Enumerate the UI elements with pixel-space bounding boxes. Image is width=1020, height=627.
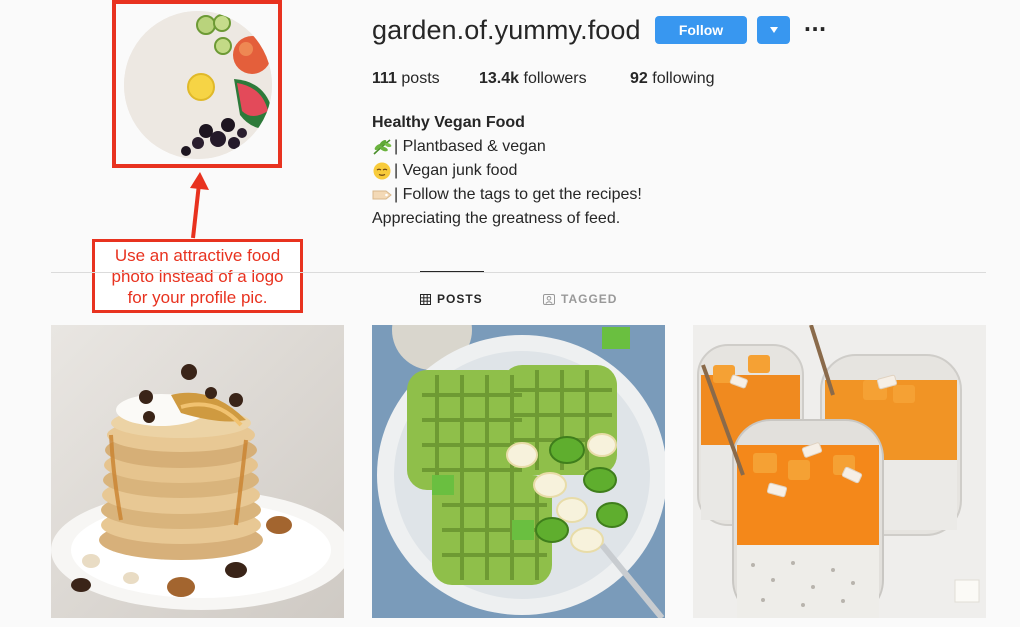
tab-tagged-label: TAGGED [561, 292, 618, 306]
avatar-food-photo [124, 11, 272, 159]
stat-following[interactable]: 92 following [630, 70, 715, 88]
annotation-callout: Use an attractive food photo instead of … [92, 239, 303, 313]
bio-name: Healthy Vegan Food [372, 114, 525, 131]
avatar-highlight-box [112, 0, 282, 168]
green-waffles-post[interactable] [372, 325, 665, 618]
bio-line: | Plantbased & vegan [372, 135, 642, 159]
bio-line-text: | Plantbased & vegan [394, 138, 546, 155]
stat-followers[interactable]: 13.4k followers [479, 70, 587, 88]
green-waffles-photo [372, 325, 665, 618]
annotation-line: photo instead of a logo [111, 267, 284, 286]
bio-line-text: | Follow the tags to get the recipes! [394, 186, 642, 203]
relieved-face-icon [373, 162, 391, 180]
tabs-divider [51, 272, 986, 273]
more-options-button[interactable]: ··· [803, 17, 827, 41]
pancake-stack-post[interactable] [51, 325, 344, 618]
following-count: 92 [630, 70, 648, 87]
chevron-down-icon [769, 27, 778, 33]
annotation-arrow [190, 172, 209, 239]
tab-posts-label: POSTS [437, 292, 483, 306]
followers-label: followers [523, 70, 587, 87]
bio-closing: Appreciating the greatness of feed. [372, 210, 621, 227]
annotation-line: for your profile pic. [127, 288, 268, 307]
pancake-stack-photo [51, 325, 344, 618]
tab-tagged[interactable]: TAGGED [543, 292, 617, 306]
bio-line-text: | Vegan junk food [394, 162, 518, 179]
posts-label: posts [401, 70, 440, 87]
herb-icon [373, 139, 392, 155]
bio-line: | Vegan junk food [372, 159, 642, 183]
profile-bio: Healthy Vegan Food | Plantbased & vegan … [372, 111, 642, 231]
mango-chia-jars-photo [693, 325, 986, 618]
stat-posts: 111 posts [372, 70, 440, 88]
tagged-icon [543, 293, 555, 305]
following-label: following [652, 70, 715, 87]
bio-line: | Follow the tags to get the recipes! [372, 183, 642, 207]
label-tag-icon [372, 190, 392, 200]
active-tab-indicator [420, 271, 484, 272]
posts-count: 111 [372, 70, 397, 87]
profile-username: garden.of.yummy.food [372, 15, 641, 45]
followers-count: 13.4k [479, 70, 520, 87]
suggested-accounts-dropdown-button[interactable] [757, 16, 790, 44]
follow-button[interactable]: Follow [655, 16, 747, 44]
avatar[interactable] [124, 11, 272, 159]
annotation-line: Use an attractive food [114, 246, 281, 265]
grid-icon [420, 293, 431, 305]
tab-posts[interactable]: POSTS [420, 292, 483, 306]
mango-chia-jars-post[interactable] [693, 325, 986, 618]
